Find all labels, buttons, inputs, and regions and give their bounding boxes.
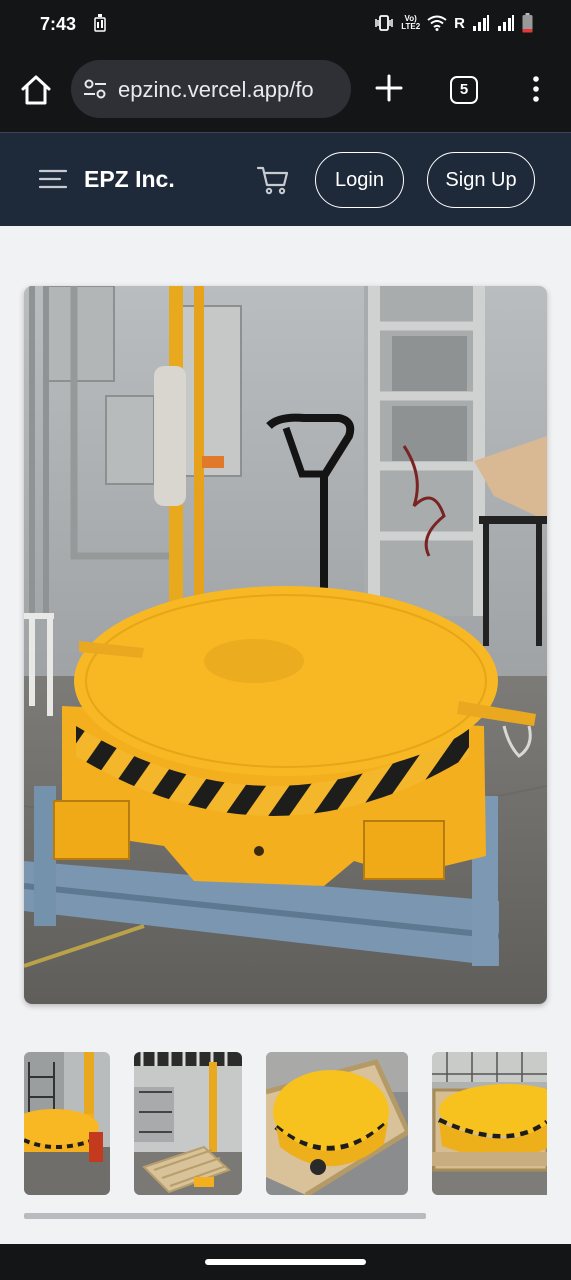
site-header: EPZ Inc. Login Sign Up — [0, 132, 571, 226]
gesture-handle[interactable] — [205, 1259, 366, 1265]
signal-icon — [473, 15, 489, 31]
site-settings-icon[interactable] — [83, 78, 107, 100]
system-nav-bar — [0, 1244, 571, 1280]
status-icons: Vo) LTE2 R — [374, 12, 533, 34]
brand-logo[interactable]: EPZ Inc. — [84, 166, 175, 193]
address-bar[interactable]: epzinc.vercel.app/fo — [71, 60, 351, 118]
sim-icon — [94, 14, 106, 32]
turntable-in-crate-photo — [266, 1052, 408, 1195]
thumbnail-scrollbar[interactable] — [24, 1213, 426, 1219]
volte-icon: Vo) LTE2 — [401, 14, 421, 31]
signup-button[interactable]: Sign Up — [427, 152, 535, 208]
wrapper-mast-with-pallet-photo — [134, 1052, 242, 1195]
product-main-image[interactable] — [24, 286, 547, 1004]
wifi-icon — [427, 15, 447, 31]
turntable-crated-side-photo — [432, 1052, 547, 1195]
vibrate-icon — [375, 15, 393, 31]
status-time: 7:43 — [40, 14, 77, 34]
turntable-photo — [24, 286, 547, 1004]
battery-icon — [522, 13, 533, 33]
thumbnail-2[interactable] — [134, 1052, 242, 1195]
url-text[interactable]: epzinc.vercel.app/fo — [118, 77, 314, 103]
thumbnail-4[interactable] — [432, 1052, 547, 1195]
roaming-indicator: R — [454, 14, 465, 32]
login-button[interactable]: Login — [315, 152, 404, 208]
tab-switcher-icon[interactable]: 5 — [450, 76, 478, 104]
hamburger-icon[interactable] — [38, 167, 68, 191]
thumbnail-3[interactable] — [266, 1052, 408, 1195]
home-icon[interactable] — [18, 72, 54, 108]
thumbnail-1[interactable] — [24, 1052, 110, 1195]
browser-toolbar: epzinc.vercel.app/fo 5 — [0, 48, 571, 132]
more-menu-icon[interactable] — [526, 74, 546, 104]
cart-icon[interactable] — [256, 164, 290, 196]
status-bar: 7:43 Vo) LTE2 R — [0, 0, 571, 48]
signal-icon — [498, 15, 514, 31]
turntable-in-warehouse-photo — [24, 1052, 110, 1195]
new-tab-icon[interactable] — [374, 73, 404, 103]
